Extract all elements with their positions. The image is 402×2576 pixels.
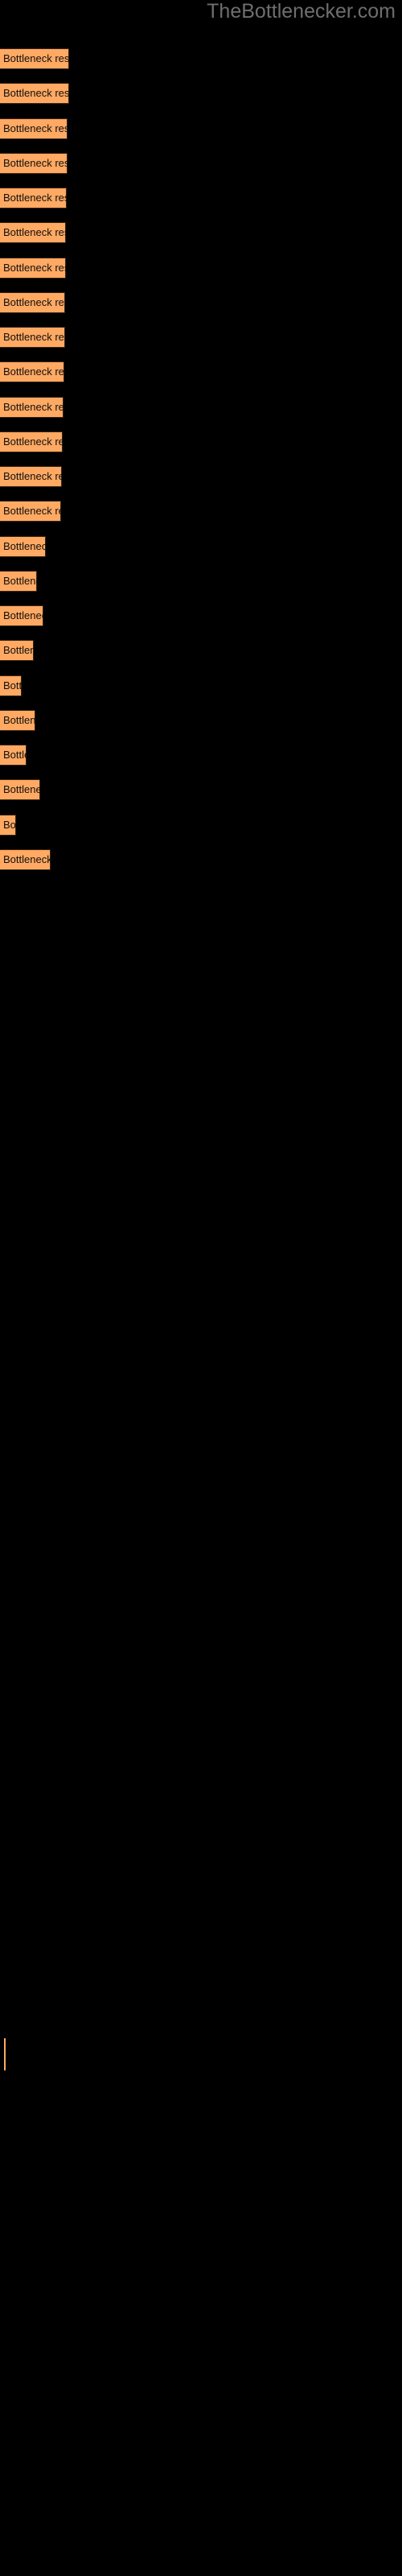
bar-label: Bottleneck result [3,262,66,274]
bar-row: Bottleneck result [0,849,51,870]
bar-label-clip: Bottleneck result [0,745,27,766]
bar-label-clip: Bottleneck result [0,222,66,243]
bar-label: Bottleneck result [3,401,64,413]
bar-label: Bottleneck result [3,192,67,204]
bar-label-clip: Bottleneck result [0,431,63,452]
bar-label: Bottleneck result [3,470,62,482]
bar-label-clip: Bottleneck result [0,397,64,418]
bar-row: Bottleneck result [0,83,69,104]
bar-row: Bottleneck result [0,48,69,69]
bar-row: Bottleneck result [0,118,68,139]
bar-row: Bottleneck result [0,675,22,696]
bar-label-clip: Bottleneck result [0,292,65,313]
bar-row: Bottleneck result [0,779,40,800]
bar-label-clip: Bottleneck result [0,815,16,836]
bar-label: Bottleneck result [3,122,68,134]
bottleneck-bar-chart: TheBottlenecker.com Bottleneck resultBot… [0,0,402,2576]
bar-label-clip: Bottleneck result [0,571,37,592]
bar-row: Bottleneck result [0,431,63,452]
bar-label-clip: Bottleneck result [0,640,34,661]
bar-row: Bottleneck result [0,361,64,382]
bar-label-clip: Bottleneck result [0,675,22,696]
legend-color-swatch [4,2038,6,2070]
bar-label: Bottleneck result [3,609,43,621]
bar-label: Bottleneck result [3,679,22,691]
bar-row: Bottleneck result [0,466,62,487]
bar-label-clip: Bottleneck result [0,118,68,139]
bar-row: Bottleneck result [0,292,65,313]
bar-label: Bottleneck result [3,575,37,587]
bar-label-clip: Bottleneck result [0,327,65,348]
bar-row: Bottleneck result [0,571,37,592]
bar-label: Bottleneck result [3,644,34,656]
bar-row: Bottleneck result [0,258,66,279]
bar-row: Bottleneck result [0,710,35,731]
bar-label: Bottleneck result [3,505,61,517]
bar-row: Bottleneck result [0,745,27,766]
bar-label-clip: Bottleneck result [0,466,62,487]
plot-area: Bottleneck result Bottleneck result Bottle… [0,0,402,2576]
bar-row: Bottleneck result [0,327,65,348]
bar-label: Bottleneck result [3,436,63,448]
bar-label: Bottleneck result [3,331,65,343]
bar-label-clip: Bottleneck result [0,258,66,279]
bar-label-clip: Bottleneck result [0,83,69,104]
bar-row: Bottleneck result [0,605,43,626]
bar-row: Bottleneck result [0,640,34,661]
bar-row: Bottleneck result [0,536,46,557]
bar-label-clip: Bottleneck result [0,536,46,557]
bar-label-clip: Bottleneck result [0,48,69,69]
bar-label: Bottleneck result [3,783,40,795]
bar-label-clip: Bottleneck result [0,710,35,731]
bar-label: Bottleneck result [3,157,68,169]
bar-label: Bottleneck result [3,52,69,64]
bar-label: Bottleneck result [3,853,51,865]
bar-label: Bottleneck result [3,87,69,99]
bar-row: Bottleneck result [0,397,64,418]
bar-label-clip: Bottleneck result [0,849,51,870]
bar-row: Bottleneck result [0,815,16,836]
bar-row: Bottleneck result [0,188,67,208]
bar-row: Bottleneck result [0,153,68,174]
bar-label: Bottleneck result [3,296,65,308]
bar-label-clip: Bottleneck result [0,501,61,522]
bar-row: Bottleneck result [0,501,61,522]
bar-label: Bottleneck result [3,749,27,761]
bar-label: Bottleneck result [3,540,46,552]
bar-label: Bottleneck result [3,819,16,831]
bar-label-clip: Bottleneck result [0,188,67,208]
bar-label-clip: Bottleneck result [0,605,43,626]
bar-label-clip: Bottleneck result [0,779,40,800]
bar-label: Bottleneck result [3,365,64,378]
bar-label: Bottleneck result [3,226,66,238]
bar-row: Bottleneck result [0,222,66,243]
bar-label-clip: Bottleneck result [0,361,64,382]
bar-label-clip: Bottleneck result [0,153,68,174]
bar-label: Bottleneck result [3,714,35,726]
